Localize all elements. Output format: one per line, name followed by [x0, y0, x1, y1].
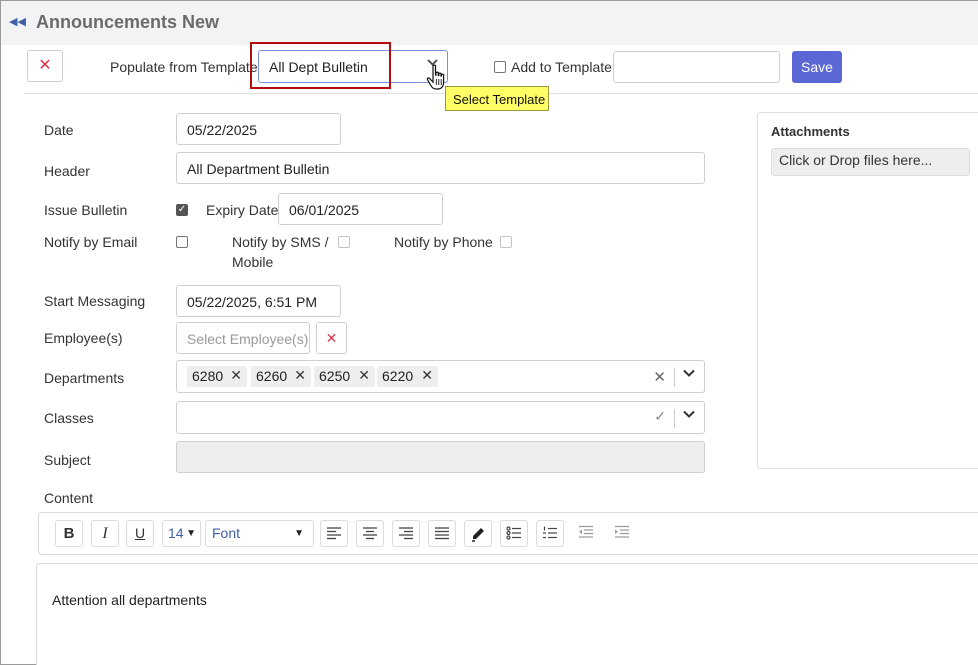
notify-email-label: Notify by Email — [44, 234, 138, 250]
employees-label: Employee(s) — [44, 330, 123, 346]
outdent-button[interactable] — [572, 520, 600, 547]
notify-email-checkbox[interactable] — [176, 236, 188, 248]
header-label: Header — [44, 163, 90, 179]
remove-chip-icon[interactable]: ✕ — [230, 367, 242, 384]
department-chip: 6260 ✕ — [251, 366, 311, 387]
add-to-template-label: Add to Template — [511, 59, 612, 75]
font-family-value: Font — [212, 525, 241, 541]
remove-chip-icon[interactable]: ✕ — [421, 367, 433, 384]
indent-icon — [615, 525, 629, 538]
numbered-list-icon — [543, 526, 557, 539]
close-icon: ✕ — [38, 57, 52, 74]
notify-sms-label: Notify by SMS / — [232, 234, 329, 250]
file-drop-zone[interactable]: Click or Drop files here... — [771, 148, 970, 176]
align-center-button[interactable] — [356, 520, 384, 547]
check-icon: ✓ — [654, 408, 666, 424]
font-family-select[interactable]: Font ▼ — [205, 520, 314, 547]
bulleted-list-button[interactable] — [500, 520, 528, 547]
underline-button[interactable]: U — [126, 520, 154, 547]
bulleted-list-icon — [506, 526, 521, 540]
department-chip-label: 6260 — [256, 368, 288, 384]
populate-template-label: Populate from Template — [110, 59, 258, 75]
notify-sms-label-line2: Mobile — [232, 254, 274, 270]
save-button[interactable]: Save — [792, 51, 842, 83]
align-center-icon — [363, 527, 377, 540]
issue-bulletin-checkbox[interactable]: ✓ — [176, 204, 188, 216]
notify-sms-checkbox[interactable] — [338, 236, 350, 248]
caret-down-icon: ▼ — [186, 528, 196, 539]
chevron-down-icon[interactable] — [683, 408, 695, 423]
departments-label: Departments — [44, 370, 125, 386]
header-input[interactable]: All Department Bulletin — [176, 152, 705, 184]
template-name-input[interactable] — [613, 51, 780, 83]
separator — [674, 368, 675, 387]
outdent-icon — [579, 525, 593, 538]
department-chip-label: 6220 — [382, 368, 414, 384]
align-right-button[interactable] — [392, 520, 420, 547]
collapse-arrows-icon[interactable]: ◀◀ — [9, 17, 26, 28]
caret-down-icon: ▼ — [294, 528, 304, 539]
close-icon: ✕ — [325, 330, 338, 346]
department-chip: 6250 ✕ — [314, 366, 375, 387]
text-color-button[interactable] — [464, 520, 492, 547]
font-size-select[interactable]: 14 ▼ — [162, 520, 201, 547]
expiry-date-label: Expiry Date — [206, 202, 279, 218]
pen-icon — [472, 528, 484, 542]
department-chip-label: 6250 — [319, 368, 351, 384]
issue-bulletin-label: Issue Bulletin — [44, 202, 128, 218]
classes-select[interactable]: ✓ — [176, 401, 705, 434]
editor-content-text[interactable]: Attention all departments — [52, 592, 207, 608]
align-justify-icon — [435, 527, 449, 540]
separator — [674, 409, 675, 428]
bold-button[interactable]: B — [55, 520, 83, 547]
align-left-icon — [327, 527, 341, 540]
indent-button[interactable] — [608, 520, 636, 547]
template-highlight-box — [250, 42, 391, 89]
date-input[interactable]: 05/22/2025 — [176, 113, 341, 145]
start-messaging-input[interactable]: 05/22/2025, 6:51 PM — [176, 285, 341, 317]
chevron-down-icon[interactable] — [683, 367, 695, 382]
department-chip: 6220 ✕ — [377, 366, 438, 387]
numbered-list-button[interactable] — [536, 520, 564, 547]
start-messaging-label: Start Messaging — [44, 293, 146, 309]
align-right-icon — [399, 527, 413, 540]
notify-phone-checkbox[interactable] — [500, 236, 512, 248]
clear-employees-button[interactable]: ✕ — [316, 322, 347, 354]
department-chip: 6280 ✕ — [187, 366, 247, 387]
italic-button[interactable]: I — [91, 520, 119, 547]
subject-label: Subject — [44, 452, 91, 468]
date-label: Date — [44, 122, 74, 138]
department-chip-label: 6280 — [192, 368, 224, 384]
departments-select[interactable]: 6280 ✕ 6260 ✕ 6250 ✕ 6220 ✕ ✕ — [176, 360, 705, 393]
expiry-date-input[interactable]: 06/01/2025 — [278, 193, 443, 225]
notify-phone-label: Notify by Phone — [394, 234, 493, 250]
close-button[interactable]: ✕ — [27, 50, 63, 82]
employees-input[interactable]: Select Employee(s) — [176, 322, 310, 354]
font-size-value: 14 — [168, 525, 184, 541]
remove-chip-icon[interactable]: ✕ — [294, 367, 306, 384]
classes-label: Classes — [44, 410, 94, 426]
select-template-tooltip: Select Template — [445, 86, 549, 111]
align-left-button[interactable] — [320, 520, 348, 547]
page-title: Announcements New — [36, 12, 220, 32]
attachments-title: Attachments — [771, 124, 850, 139]
content-label: Content — [44, 490, 94, 506]
add-to-template-checkbox[interactable] — [494, 61, 506, 73]
remove-chip-icon[interactable]: ✕ — [358, 367, 370, 384]
align-justify-button[interactable] — [428, 520, 456, 547]
content-editor[interactable] — [36, 563, 978, 665]
clear-all-icon[interactable]: ✕ — [653, 368, 666, 386]
subject-input[interactable] — [176, 441, 705, 473]
